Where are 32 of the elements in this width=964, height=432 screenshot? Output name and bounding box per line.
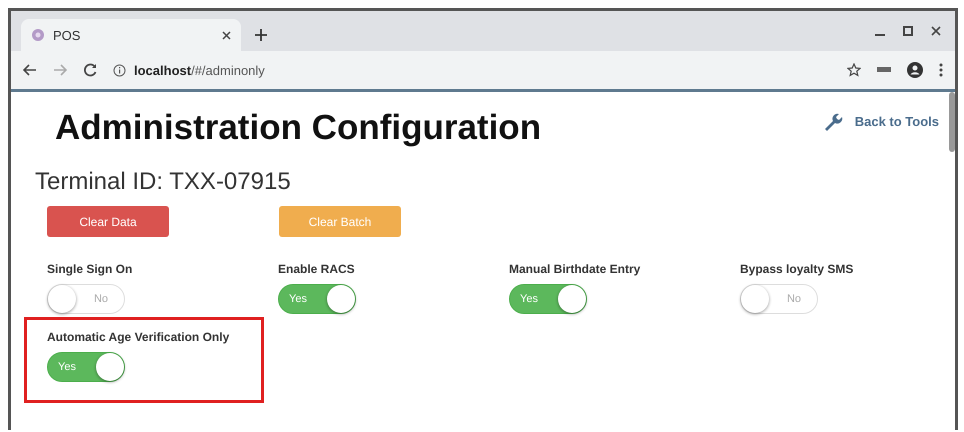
back-arrow-icon[interactable] [23, 64, 37, 76]
toggle-switch[interactable]: Yes [47, 352, 125, 382]
action-button[interactable]: Clear Data [47, 206, 169, 237]
star-icon[interactable] [847, 63, 861, 77]
toggle-switch[interactable]: Yes [509, 284, 587, 314]
setting-label: Single Sign On [47, 262, 132, 276]
info-icon[interactable] [113, 64, 126, 76]
action-button[interactable]: Clear Batch [279, 206, 401, 237]
account-icon[interactable] [907, 62, 923, 78]
back-to-tools-link[interactable]: Back to Tools [822, 111, 939, 131]
wrench-icon [822, 111, 843, 131]
toggle-switch[interactable]: Yes [278, 284, 356, 314]
extension-icon[interactable] [877, 67, 891, 73]
reload-icon[interactable] [83, 63, 97, 77]
plus-icon[interactable] [255, 29, 267, 41]
setting-label: Enable RACS [278, 262, 355, 276]
browser-tab[interactable]: POS [21, 19, 241, 51]
menu-icon[interactable] [939, 63, 943, 77]
terminal-id: Terminal ID: TXX-07915 [35, 168, 292, 196]
tab-title: POS [53, 28, 82, 42]
toggle-switch[interactable]: No [740, 284, 818, 314]
flower-icon [31, 28, 45, 42]
setting-label: Bypass loyalty SMS [740, 262, 854, 276]
setting-label: Automatic Age Verification Only [47, 330, 230, 344]
setting-label: Manual Birthdate Entry [509, 262, 640, 276]
page-title: Administration Configuration [55, 108, 542, 148]
close-icon[interactable] [931, 26, 941, 36]
maximize-icon[interactable] [903, 26, 913, 36]
scrollbar[interactable] [949, 92, 955, 152]
toggle-switch[interactable]: No [47, 284, 125, 314]
address-field[interactable]: localhost/#/adminonly [134, 62, 265, 78]
close-icon[interactable] [222, 30, 231, 40]
